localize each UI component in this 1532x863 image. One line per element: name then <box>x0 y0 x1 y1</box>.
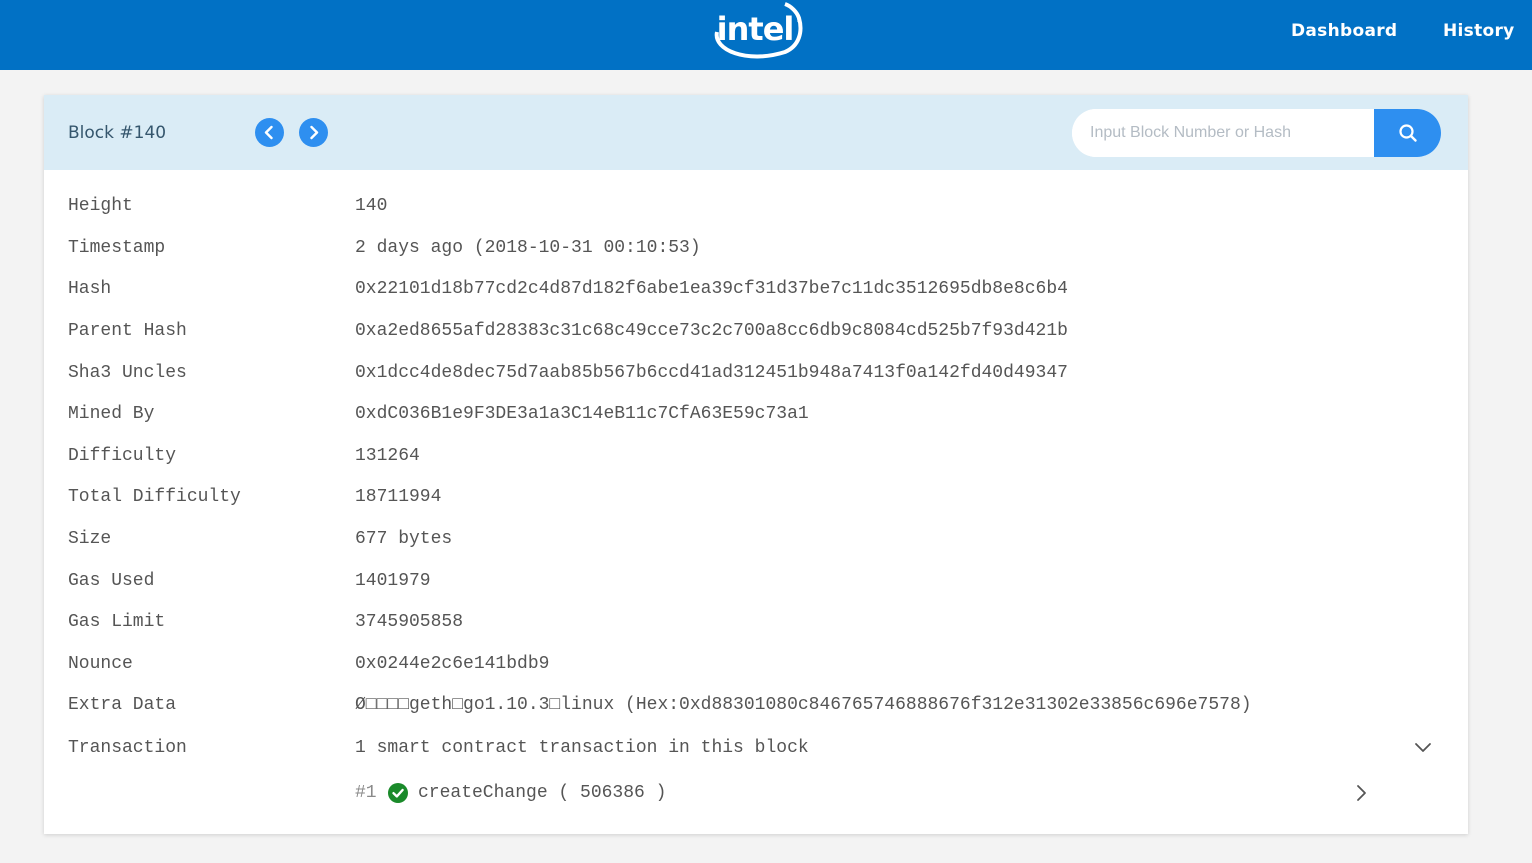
field-value: 1 smart contract transaction in this blo… <box>355 738 809 758</box>
field-value: 0xa2ed8655afd28383c31c68c49cce73c2c700a8… <box>355 321 1068 341</box>
logo-text: intel <box>716 10 795 48</box>
chevron-right-icon[interactable] <box>1355 784 1367 802</box>
field-label: Transaction <box>68 738 187 758</box>
block-details-card: Block #140 Height 140 Timestamp <box>44 95 1468 834</box>
field-row-nounce: Nounce 0x0244e2c6e141bdb9 <box>44 654 1468 684</box>
prev-block-button[interactable] <box>255 118 284 147</box>
field-value: 131264 <box>355 446 420 466</box>
transaction-item[interactable]: #1 createChange ( 506386 ) <box>44 783 1468 813</box>
transaction-method[interactable]: createChange ( 506386 ) <box>418 783 666 803</box>
search-icon <box>1399 124 1417 142</box>
field-row-sha3-uncles: Sha3 Uncles 0x1dcc4de8dec75d7aab85b567b6… <box>44 363 1468 393</box>
field-value: 18711994 <box>355 487 442 507</box>
field-row-timestamp: Timestamp 2 days ago (2018-10-31 00:10:5… <box>44 238 1468 268</box>
top-navbar: intel Dashboard History <box>0 0 1532 70</box>
field-row-gas-used: Gas Used 1401979 <box>44 571 1468 601</box>
field-label: Height <box>68 196 133 216</box>
field-label: Total Difficulty <box>68 487 241 507</box>
field-value: 0x22101d18b77cd2c4d87d182f6abe1ea39cf31d… <box>355 279 1068 299</box>
field-label: Gas Limit <box>68 612 166 632</box>
field-value: 0x0244e2c6e141bdb9 <box>355 654 550 674</box>
search-button[interactable] <box>1374 109 1441 157</box>
field-row-parent-hash: Parent Hash 0xa2ed8655afd28383c31c68c49c… <box>44 321 1468 351</box>
field-label: Nounce <box>68 654 133 674</box>
chevron-right-icon <box>310 125 319 140</box>
transaction-index: #1 <box>355 783 377 803</box>
nav-dashboard[interactable]: Dashboard <box>1291 21 1397 41</box>
block-search <box>1072 109 1441 157</box>
chevron-left-icon <box>264 125 273 140</box>
field-label: Sha3 Uncles <box>68 363 187 383</box>
nav-history[interactable]: History <box>1443 21 1515 41</box>
field-value: 677 bytes <box>355 529 453 549</box>
field-label: Mined By <box>68 404 155 424</box>
field-value: 0x1dcc4de8dec75d7aab85b567b6ccd41ad31245… <box>355 363 1068 383</box>
field-value: 0xdC036B1e9F3DE3a1a3C14eB11c7CfA63E59c73… <box>355 404 809 424</box>
field-row-total-difficulty: Total Difficulty 18711994 <box>44 487 1468 517</box>
field-label: Difficulty <box>68 446 177 466</box>
field-value: 1401979 <box>355 571 431 591</box>
field-row-mined-by: Mined By 0xdC036B1e9F3DE3a1a3C14eB11c7Cf… <box>44 404 1468 434</box>
field-value: 2 days ago (2018-10-31 00:10:53) <box>355 238 701 258</box>
next-block-button[interactable] <box>299 118 328 147</box>
field-row-size: Size 677 bytes <box>44 529 1468 559</box>
chevron-down-icon[interactable] <box>1414 742 1432 754</box>
field-label: Gas Used <box>68 571 155 591</box>
intel-logo[interactable]: intel <box>707 2 803 64</box>
field-row-extra-data: Extra Data Ø□□□□geth□go1.10.3□linux (Hex… <box>44 695 1468 725</box>
field-row-transaction[interactable]: Transaction 1 smart contract transaction… <box>44 738 1468 768</box>
field-row-height: Height 140 <box>44 196 1468 226</box>
field-label: Size <box>68 529 112 549</box>
block-header: Block #140 <box>44 95 1468 170</box>
field-value: 140 <box>355 196 388 216</box>
field-row-gas-limit: Gas Limit 3745905858 <box>44 612 1468 642</box>
block-search-input[interactable] <box>1072 109 1372 157</box>
field-row-hash: Hash 0x22101d18b77cd2c4d87d182f6abe1ea39… <box>44 279 1468 309</box>
field-label: Timestamp <box>68 238 166 258</box>
field-label: Extra Data <box>68 695 177 715</box>
check-circle-icon <box>388 783 408 803</box>
field-value: 3745905858 <box>355 612 464 632</box>
field-label: Parent Hash <box>68 321 187 341</box>
field-label: Hash <box>68 279 112 299</box>
field-row-difficulty: Difficulty 131264 <box>44 446 1468 476</box>
block-title: Block #140 <box>68 123 167 143</box>
field-value: Ø□□□□geth□go1.10.3□linux (Hex:0xd8830108… <box>355 695 1252 715</box>
